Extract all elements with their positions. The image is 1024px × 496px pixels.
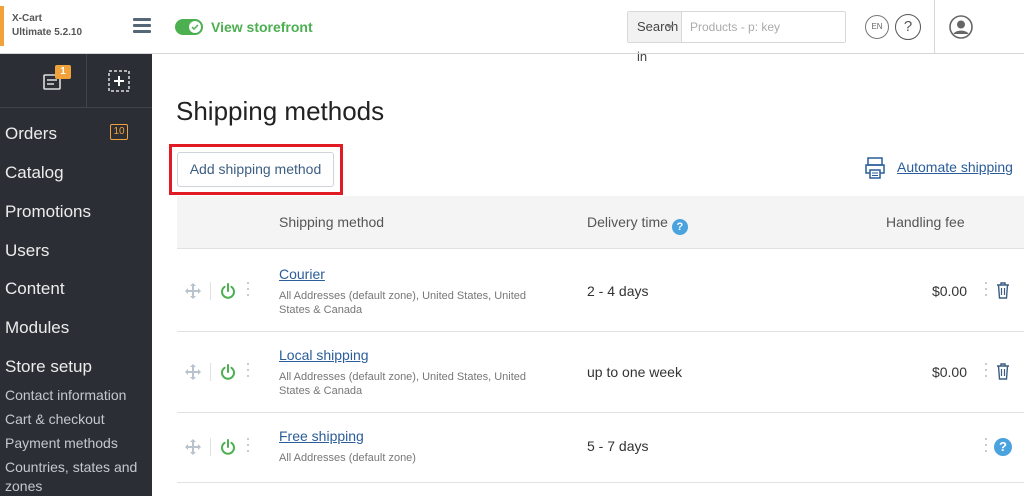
sidebar-item-modules[interactable]: Modules bbox=[5, 318, 69, 338]
menu-icon[interactable] bbox=[133, 18, 151, 34]
shipping-zones-text: All Addresses (default zone) bbox=[279, 452, 416, 464]
quick-add-icon[interactable] bbox=[107, 69, 131, 93]
delivery-time-value: up to one week bbox=[587, 364, 682, 380]
divider bbox=[210, 282, 211, 300]
column-header-shipping-method[interactable]: Shipping method bbox=[279, 214, 384, 230]
sidebar-item-store-setup[interactable]: Store setup bbox=[5, 357, 92, 377]
page-title: Shipping methods bbox=[176, 96, 385, 126]
divider bbox=[86, 54, 87, 108]
divider bbox=[210, 363, 211, 381]
more-options-icon[interactable] bbox=[985, 363, 988, 381]
sidebar-item-catalog[interactable]: Catalog bbox=[5, 163, 64, 183]
more-options-icon[interactable] bbox=[985, 282, 988, 300]
delete-icon[interactable] bbox=[995, 362, 1011, 380]
sidebar-subitem-cart-checkout[interactable]: Cart & checkout bbox=[5, 410, 105, 429]
move-handle-icon[interactable] bbox=[184, 438, 202, 456]
add-shipping-method-button[interactable]: Add shipping method bbox=[177, 152, 334, 187]
help-tooltip-icon[interactable]: ? bbox=[671, 219, 688, 235]
chevron-down-icon bbox=[666, 25, 674, 29]
delivery-time-value: 2 - 4 days bbox=[587, 283, 649, 299]
automate-shipping-link[interactable]: Automate shipping bbox=[897, 159, 1013, 175]
help-icon[interactable]: ? bbox=[994, 438, 1012, 456]
help-button[interactable]: ? bbox=[895, 14, 921, 40]
sidebar-item-orders[interactable]: Orders bbox=[5, 124, 57, 144]
handling-fee-value[interactable]: $0.00 bbox=[932, 283, 967, 299]
sidebar-toolbar: 1 bbox=[0, 54, 152, 108]
power-toggle-icon[interactable] bbox=[220, 364, 236, 380]
search-bar: Search in bbox=[627, 11, 846, 64]
more-options-icon[interactable] bbox=[985, 438, 988, 456]
brand-logo[interactable]: X-Cart Ultimate 5.2.10 bbox=[12, 12, 82, 40]
printer-icon[interactable] bbox=[865, 157, 885, 179]
table-row: Local shipping All Addresses (default zo… bbox=[177, 332, 1024, 413]
brand-name: X-Cart bbox=[12, 13, 43, 24]
more-options-icon[interactable] bbox=[247, 438, 250, 456]
divider bbox=[934, 0, 935, 54]
notification-badge: 1 bbox=[55, 65, 71, 79]
table-header: Shipping method Delivery time? Handling … bbox=[177, 196, 1024, 249]
shipping-method-link[interactable]: Courier bbox=[279, 266, 325, 282]
power-toggle-icon[interactable] bbox=[220, 439, 236, 455]
column-header-delivery-time: Delivery time? bbox=[587, 214, 688, 235]
table-row: Courier All Addresses (default zone), Un… bbox=[177, 250, 1024, 332]
brand-accent bbox=[0, 6, 4, 46]
shipping-method-link[interactable]: Free shipping bbox=[279, 428, 364, 444]
divider bbox=[210, 438, 211, 456]
sidebar: 1 bbox=[0, 54, 152, 496]
column-header-delivery-label: Delivery time bbox=[587, 214, 668, 230]
power-toggle-icon[interactable] bbox=[220, 283, 236, 299]
sidebar-subitem-contact-information[interactable]: Contact information bbox=[5, 386, 126, 405]
more-options-icon[interactable] bbox=[247, 363, 250, 381]
sidebar-item-content[interactable]: Content bbox=[5, 279, 65, 299]
top-bar: X-Cart Ultimate 5.2.10 View storefront S… bbox=[0, 0, 1024, 64]
delete-icon[interactable] bbox=[995, 281, 1011, 299]
move-handle-icon[interactable] bbox=[184, 363, 202, 381]
table-row: Free shipping All Addresses (default zon… bbox=[177, 413, 1024, 483]
storefront-toggle[interactable] bbox=[175, 19, 203, 35]
sidebar-item-promotions[interactable]: Promotions bbox=[5, 202, 91, 222]
view-storefront-link[interactable]: View storefront bbox=[211, 19, 313, 35]
sidebar-subitem-countries-states-zones[interactable]: Countries, states and zones bbox=[5, 458, 145, 496]
user-avatar-icon[interactable] bbox=[949, 15, 973, 39]
orders-count-badge: 10 bbox=[110, 124, 128, 140]
delivery-time-value: 5 - 7 days bbox=[587, 438, 649, 454]
sidebar-subitem-payment-methods[interactable]: Payment methods bbox=[5, 434, 118, 453]
search-scope-select[interactable]: Search in bbox=[628, 12, 682, 64]
more-options-icon[interactable] bbox=[247, 282, 250, 300]
shipping-zones-text: All Addresses (default zone), United Sta… bbox=[279, 290, 527, 316]
shipping-zones-text: All Addresses (default zone), United Sta… bbox=[279, 371, 527, 397]
search-input[interactable] bbox=[682, 12, 845, 42]
shipping-method-link[interactable]: Local shipping bbox=[279, 347, 369, 363]
column-header-handling-fee: Handling fee bbox=[886, 214, 965, 230]
language-button[interactable]: EN bbox=[865, 15, 889, 39]
sidebar-item-users[interactable]: Users bbox=[5, 241, 49, 261]
brand-version: Ultimate 5.2.10 bbox=[12, 27, 83, 38]
move-handle-icon[interactable] bbox=[184, 282, 202, 300]
handling-fee-value[interactable]: $0.00 bbox=[932, 364, 967, 380]
